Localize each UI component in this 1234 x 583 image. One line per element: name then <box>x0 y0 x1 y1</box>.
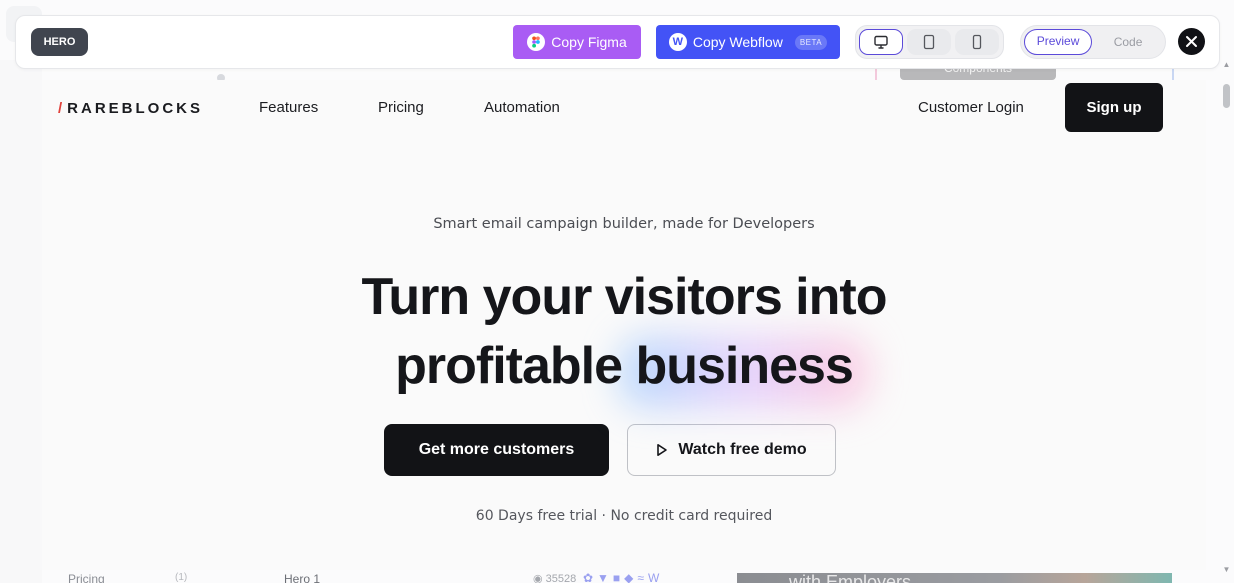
nav-link-pricing[interactable]: Pricing <box>378 99 424 116</box>
trial-note: 60 Days free trial · No credit card requ… <box>475 508 773 524</box>
mobile-view-button[interactable] <box>955 29 999 55</box>
card-preview-teaser[interactable]: with Employers <box>737 573 1172 583</box>
close-button[interactable] <box>1178 28 1205 55</box>
scroll-up-arrow-icon[interactable]: ▲ <box>1222 60 1231 69</box>
page-scrollbar[interactable]: ▲ ▼ <box>1219 60 1234 583</box>
logo-text: RAREBLOCKS <box>67 100 204 117</box>
scroll-thumb[interactable] <box>1223 84 1230 108</box>
beta-badge: BETA <box>794 34 828 50</box>
watch-demo-label: Watch free demo <box>678 441 807 458</box>
logo-slash: / <box>58 100 66 117</box>
figma-icon <box>527 33 546 51</box>
integration-icons: ✿▼■◆≈W <box>583 571 664 583</box>
card-title[interactable]: Hero 1 <box>284 572 320 583</box>
copy-webflow-button[interactable]: W Copy Webflow BETA <box>656 25 840 59</box>
background-content-row: Pricing (1) Hero 1 ◉ 35528 ✿▼■◆≈W with E… <box>0 570 1234 583</box>
headline-word-profitable: profitable <box>395 337 623 395</box>
customer-login-link[interactable]: Customer Login <box>918 99 1024 116</box>
get-more-customers-button[interactable]: Get more customers <box>384 424 609 476</box>
block-category-badge: HERO <box>31 28 88 56</box>
desktop-icon <box>874 35 888 49</box>
nav-link-automation[interactable]: Automation <box>484 99 560 116</box>
copy-webflow-label: Copy Webflow <box>692 34 783 50</box>
block-toolbar: HERO Copy Figma W Copy Webflow BETA Prev… <box>15 15 1220 69</box>
view-count: ◉ 35528 <box>533 573 577 583</box>
eye-icon: ◉ <box>533 573 546 583</box>
hero-eyebrow: Smart email campaign builder, made for D… <box>433 216 815 232</box>
webflow-icon: W <box>668 33 687 51</box>
preview-code-toggle: Preview Code <box>1020 25 1166 59</box>
sidebar-item-count: (1) <box>175 572 188 583</box>
copy-figma-button[interactable]: Copy Figma <box>513 25 641 59</box>
headline-line-1: Turn your visitors into <box>361 268 888 326</box>
desktop-view-button[interactable] <box>859 29 903 55</box>
mobile-phone-icon <box>972 34 982 50</box>
sign-up-button[interactable]: Sign up <box>1065 83 1163 132</box>
tablet-icon <box>923 34 935 50</box>
nav-link-features[interactable]: Features <box>259 99 318 116</box>
headline-highlight-word: business <box>635 332 853 401</box>
copy-figma-label: Copy Figma <box>551 34 627 50</box>
watch-demo-button[interactable]: Watch free demo <box>627 424 836 476</box>
device-switcher <box>855 25 1004 59</box>
tab-preview[interactable]: Preview <box>1024 29 1093 55</box>
hero-headline: Turn your visitors into profitable busin… <box>42 263 1206 401</box>
tablet-view-button[interactable] <box>907 29 951 55</box>
sidebar-item-pricing[interactable]: Pricing <box>68 572 105 583</box>
tab-code[interactable]: Code <box>1094 29 1162 55</box>
headline-line-2: profitable business <box>42 332 1206 401</box>
scroll-down-arrow-icon[interactable]: ▼ <box>1222 565 1231 574</box>
block-preview: / RAREBLOCKS Features Pricing Automation … <box>42 80 1206 570</box>
background-sidebar <box>0 60 42 583</box>
rareblocks-logo[interactable]: / RAREBLOCKS <box>58 100 203 117</box>
play-icon <box>657 444 668 456</box>
close-icon <box>1186 36 1197 47</box>
